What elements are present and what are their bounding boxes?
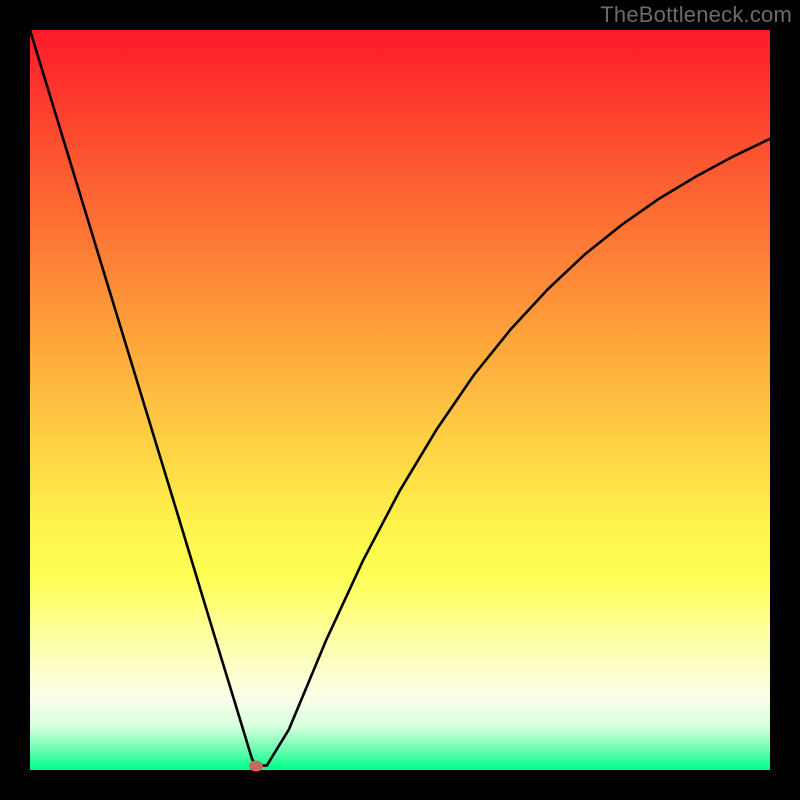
curve-svg xyxy=(30,30,770,770)
chart-container: TheBottleneck.com xyxy=(0,0,800,800)
plot-area xyxy=(30,30,770,770)
curve-path xyxy=(30,30,770,766)
watermark-text: TheBottleneck.com xyxy=(600,2,792,28)
marker-dot xyxy=(249,760,263,771)
